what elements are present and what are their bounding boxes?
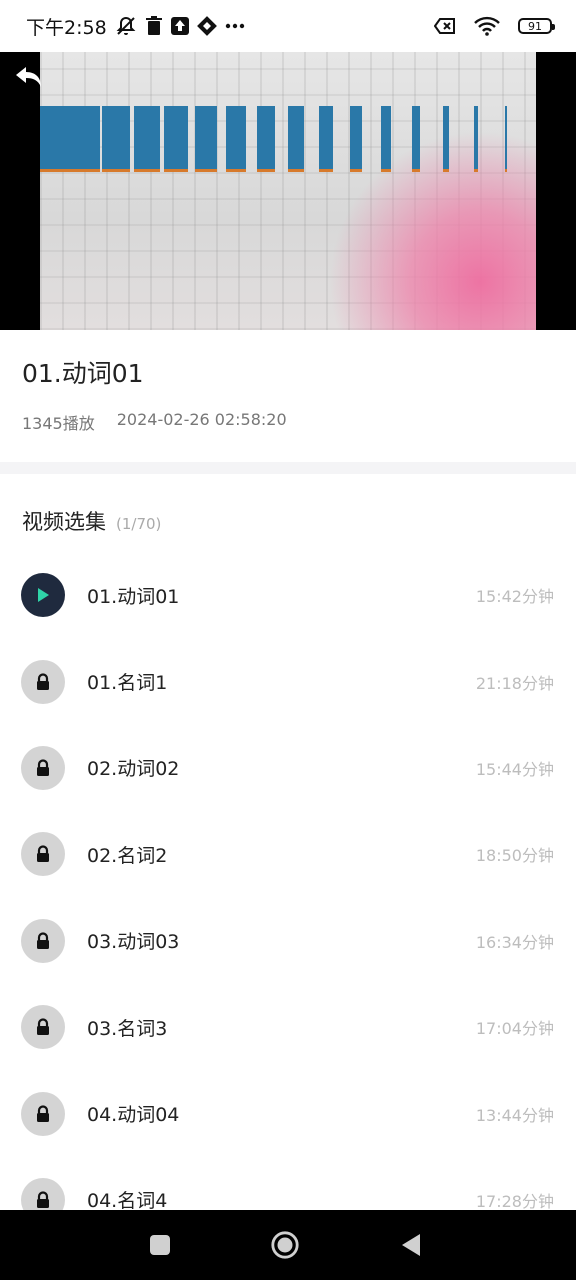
episode-name: 04.动词04 bbox=[87, 1104, 180, 1127]
video-info: 01.动词01 1345播放 2024-02-26 02:58:20 bbox=[0, 330, 576, 462]
system-nav-bar bbox=[0, 1210, 576, 1280]
app-icon bbox=[196, 16, 217, 36]
status-time: 下午2:58 bbox=[26, 16, 107, 39]
episode-item[interactable]: 03.动词03 16:34分钟 bbox=[0, 898, 576, 984]
episode-duration: 16:34分钟 bbox=[475, 932, 554, 952]
episode-name: 02.名词2 bbox=[87, 844, 168, 867]
publish-datetime: 2024-02-26 02:58:20 bbox=[116, 410, 287, 429]
back-triangle-icon bbox=[402, 1234, 420, 1256]
episode-duration: 15:44分钟 bbox=[475, 759, 554, 779]
video-player[interactable] bbox=[0, 52, 576, 330]
episode-name: 03.动词03 bbox=[87, 931, 180, 954]
episode-name: 02.动词02 bbox=[87, 758, 180, 781]
system-back-button[interactable] bbox=[396, 1230, 426, 1260]
status-bar: 下午2:58 91 bbox=[0, 0, 576, 52]
video-title: 01.动词01 bbox=[22, 359, 144, 388]
episode-item[interactable]: 01.动词01 15:42分钟 bbox=[0, 552, 576, 638]
lock-badge bbox=[21, 659, 65, 704]
home-circle-icon bbox=[271, 1231, 299, 1259]
upload-icon bbox=[170, 17, 189, 35]
battery-icon: 91 bbox=[518, 18, 555, 34]
episode-item[interactable]: 04.动词04 13:44分钟 bbox=[0, 1070, 576, 1156]
video-frame[interactable] bbox=[40, 52, 536, 330]
episode-duration: 13:44分钟 bbox=[475, 1105, 554, 1125]
episode-name: 01.动词01 bbox=[87, 585, 180, 608]
lock-badge bbox=[21, 1091, 65, 1136]
episode-duration: 17:28分钟 bbox=[475, 1191, 554, 1211]
lock-badge bbox=[21, 1005, 65, 1050]
lock-badge bbox=[21, 918, 65, 963]
more-icon bbox=[225, 23, 245, 29]
lock-icon bbox=[37, 1104, 49, 1122]
bell-muted-icon bbox=[115, 15, 137, 37]
episode-name: 03.名词3 bbox=[87, 1017, 168, 1040]
back-button[interactable] bbox=[12, 64, 46, 94]
episode-item[interactable]: 02.名词2 18:50分钟 bbox=[0, 811, 576, 897]
play-icon bbox=[38, 588, 49, 603]
lock-icon bbox=[37, 845, 49, 863]
section-divider bbox=[0, 462, 576, 474]
home-button[interactable] bbox=[270, 1230, 300, 1260]
episode-duration: 18:50分钟 bbox=[475, 846, 554, 866]
lock-badge bbox=[21, 745, 65, 790]
episodes-heading: 视频选集 bbox=[22, 510, 106, 534]
recents-button[interactable] bbox=[145, 1230, 175, 1260]
lock-icon bbox=[37, 932, 49, 949]
episode-duration: 15:42分钟 bbox=[475, 587, 554, 607]
episodes-header: 视频选集 (1/70) bbox=[22, 506, 161, 536]
recents-square-icon bbox=[150, 1235, 170, 1255]
wifi-icon bbox=[474, 16, 500, 36]
episode-name: 01.名词1 bbox=[87, 672, 168, 695]
episode-list: 01.动词01 15:42分钟 01.名词1 21:18分钟 02.动词02 1… bbox=[0, 552, 576, 1243]
episode-item[interactable]: 02.动词02 15:44分钟 bbox=[0, 725, 576, 811]
episode-duration: 21:18分钟 bbox=[475, 673, 554, 693]
episode-item[interactable]: 01.名词1 21:18分钟 bbox=[0, 638, 576, 724]
lock-icon bbox=[37, 1191, 49, 1208]
trash-icon bbox=[145, 16, 163, 36]
lock-badge bbox=[21, 832, 65, 877]
video-content bbox=[40, 106, 536, 172]
episode-duration: 17:04分钟 bbox=[475, 1019, 554, 1039]
play-count: 1345播放 bbox=[22, 414, 95, 433]
lock-icon bbox=[37, 759, 49, 776]
episodes-count: (1/70) bbox=[116, 515, 162, 533]
playing-badge bbox=[21, 573, 65, 618]
sim-off-icon bbox=[434, 18, 456, 34]
lock-icon bbox=[37, 1018, 49, 1036]
episode-item[interactable]: 03.名词3 17:04分钟 bbox=[0, 984, 576, 1070]
video-meta: 1345播放 2024-02-26 02:58:20 bbox=[22, 410, 287, 434]
back-arrow-icon bbox=[14, 65, 44, 93]
lock-icon bbox=[37, 672, 49, 690]
